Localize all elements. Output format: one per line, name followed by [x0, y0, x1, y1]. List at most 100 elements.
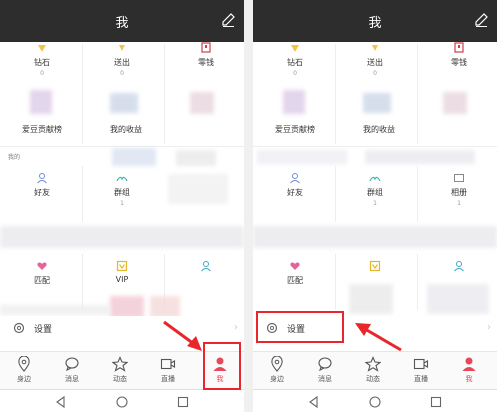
- highlight-box: [203, 342, 241, 390]
- add-friend-cell[interactable]: [184, 260, 228, 275]
- album-label: 相册: [451, 188, 467, 197]
- arrow-annotation: [355, 323, 402, 352]
- groups-label: 群组: [114, 188, 130, 197]
- pixelated-block: [0, 305, 110, 315]
- chat-icon: [318, 357, 332, 372]
- gear-icon: [13, 322, 25, 334]
- edit-icon[interactable]: [220, 12, 236, 28]
- diamond-label: 钻石: [34, 58, 50, 67]
- top-header: 我: [253, 0, 497, 42]
- diamond-cell[interactable]: 钻石 0: [20, 42, 64, 77]
- settings-label: 设置: [34, 325, 53, 335]
- friends-label: 好友: [34, 188, 50, 197]
- home-icon[interactable]: [368, 395, 382, 409]
- vip-cell[interactable]: [353, 260, 397, 275]
- divider: [417, 44, 418, 144]
- star-icon: [365, 356, 381, 372]
- sent-count: 0: [120, 70, 124, 77]
- pixelated-block: [176, 150, 216, 166]
- tab-nearby-label: 身边: [17, 375, 31, 383]
- tab-nearby-label: 身边: [270, 375, 284, 383]
- recent-apps-icon[interactable]: [429, 395, 443, 409]
- back-icon[interactable]: [54, 395, 68, 409]
- match-cell[interactable]: 匹配: [20, 260, 64, 286]
- divider: [164, 44, 165, 144]
- earnings-label: 我的收益: [363, 125, 395, 134]
- pixelated-avatar: [283, 90, 305, 114]
- groups-count: 1: [373, 200, 377, 207]
- person-icon: [290, 173, 300, 184]
- change-cell[interactable]: 零钱: [184, 42, 228, 70]
- bottom-tab-bar: 身边 消息 动态 直播 我: [253, 351, 497, 389]
- vip-cell[interactable]: VIP: [100, 260, 144, 284]
- divider: [417, 254, 418, 310]
- diamond-cell[interactable]: 钻石 0: [273, 42, 317, 77]
- tab-messages-label: 消息: [65, 375, 79, 383]
- tab-live[interactable]: 直播: [144, 356, 192, 384]
- vip-icon: [369, 260, 381, 272]
- pixelated-avatar: [190, 92, 214, 114]
- divider: [0, 146, 244, 147]
- sent-cell[interactable]: 送出 0: [100, 42, 144, 77]
- tab-moments[interactable]: 动态: [349, 356, 397, 384]
- pixelated-block: [349, 284, 393, 314]
- divider: [82, 254, 83, 310]
- match-label: 匹配: [34, 276, 50, 285]
- tab-messages[interactable]: 消息: [301, 356, 349, 384]
- change-cell[interactable]: 零钱: [437, 42, 481, 70]
- friends-cell[interactable]: 好友: [273, 172, 317, 198]
- earnings-cell[interactable]: 我的收益: [351, 124, 407, 135]
- tab-messages-label: 消息: [318, 375, 332, 383]
- tab-moments[interactable]: 动态: [96, 356, 144, 384]
- pixelated-banner: [253, 226, 497, 248]
- android-nav-bar: [253, 389, 497, 412]
- tab-nearby[interactable]: 身边: [253, 356, 301, 384]
- home-icon[interactable]: [115, 395, 129, 409]
- divider: [335, 254, 336, 310]
- gift-icon: [119, 45, 125, 51]
- friends-cell[interactable]: 好友: [20, 172, 64, 198]
- divider: [417, 166, 418, 222]
- groups-cell[interactable]: 群组 1: [353, 172, 397, 207]
- tab-messages[interactable]: 消息: [48, 356, 96, 384]
- video-icon: [413, 358, 429, 370]
- tab-live-label: 直播: [414, 375, 428, 383]
- add-person-icon: [201, 261, 211, 272]
- pixelated-block: [150, 296, 180, 318]
- back-icon[interactable]: [307, 395, 321, 409]
- page-title: 我: [115, 16, 129, 31]
- sent-label: 送出: [367, 58, 383, 67]
- pixelated-block: [257, 150, 347, 164]
- match-cell[interactable]: 匹配: [273, 260, 317, 286]
- tab-me[interactable]: 我: [445, 356, 493, 384]
- change-label: 零钱: [198, 58, 214, 67]
- pixelated-block: [110, 296, 144, 318]
- diamond-count: 0: [40, 70, 44, 77]
- settings-row[interactable]: 设置 ›: [0, 316, 244, 342]
- add-friend-cell[interactable]: [437, 260, 481, 275]
- recent-apps-icon[interactable]: [176, 395, 190, 409]
- pixelated-avatar: [443, 92, 467, 114]
- contribution-rank-cell[interactable]: 爱豆贡献榜: [265, 124, 325, 135]
- tab-live-label: 直播: [161, 375, 175, 383]
- earnings-cell[interactable]: 我的收益: [98, 124, 154, 135]
- tab-live[interactable]: 直播: [397, 356, 445, 384]
- groups-cell[interactable]: 群组 1: [100, 172, 144, 207]
- add-person-icon: [454, 261, 464, 272]
- album-icon: [454, 174, 464, 182]
- chevron-right-icon: ›: [487, 322, 491, 333]
- heart-icon: [37, 262, 47, 270]
- sent-count: 0: [373, 70, 377, 77]
- divider: [335, 166, 336, 222]
- sent-cell[interactable]: 送出 0: [353, 42, 397, 77]
- person-icon: [462, 357, 476, 371]
- group-icon: [116, 176, 128, 182]
- tab-nearby[interactable]: 身边: [0, 356, 48, 384]
- sent-label: 送出: [114, 58, 130, 67]
- vip-label: VIP: [115, 275, 129, 284]
- album-cell[interactable]: 相册 1: [437, 172, 481, 207]
- tab-me-label: 我: [465, 375, 473, 383]
- divider: [82, 166, 83, 222]
- contribution-rank-cell[interactable]: 爱豆贡献榜: [12, 124, 72, 135]
- edit-icon[interactable]: [473, 12, 489, 28]
